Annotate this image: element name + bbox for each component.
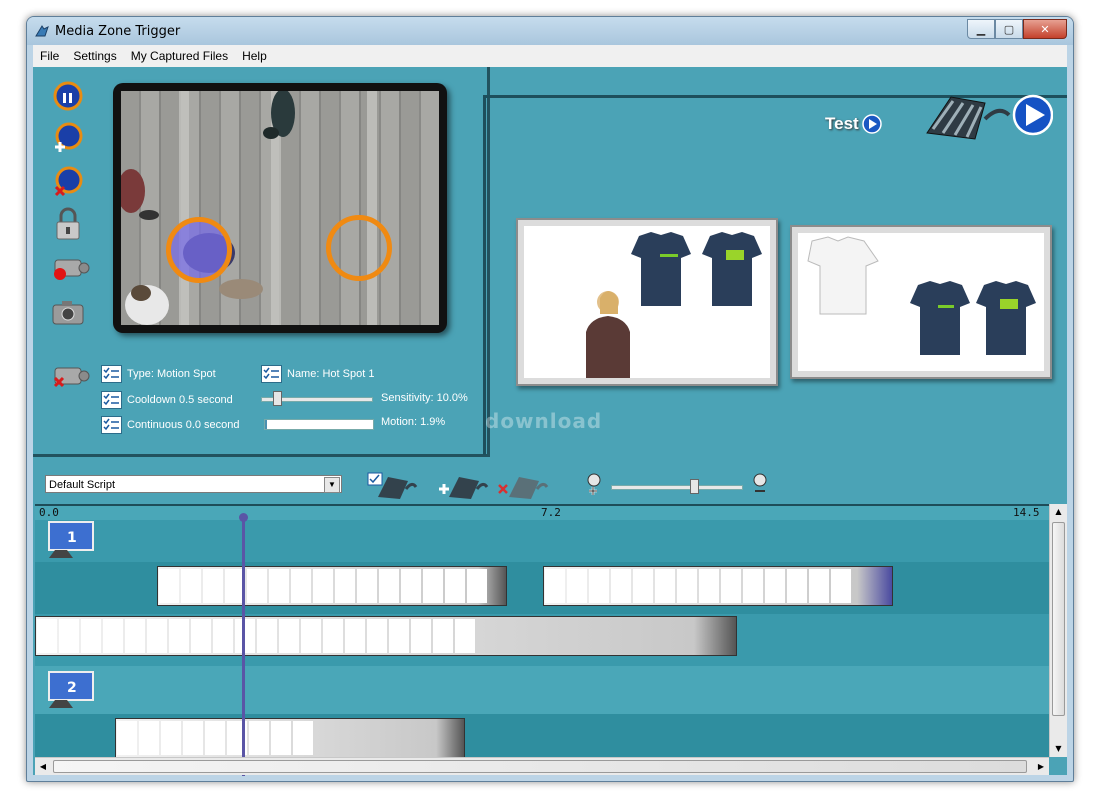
- cooldown-field[interactable]: Cooldown 0.5 second: [101, 391, 233, 409]
- name-label: Name: Hot Spot 1: [287, 368, 375, 380]
- type-field[interactable]: Type: Motion Spot: [101, 365, 216, 383]
- track-1-lane-a: [35, 562, 1049, 614]
- output-screen-1[interactable]: [516, 218, 778, 386]
- chevron-down-icon[interactable]: ▼: [324, 477, 340, 493]
- remove-zone-icon[interactable]: [51, 165, 85, 199]
- track-header-2: 2: [35, 666, 1049, 714]
- zoom-in-icon[interactable]: [585, 473, 607, 497]
- track-2-lane-a: [35, 714, 1049, 759]
- tshirt-presenter-preview: [586, 232, 762, 378]
- main-area: Type: Motion Spot Name: Hot Spot 1 Coold…: [33, 67, 1067, 776]
- menu-file[interactable]: File: [33, 49, 66, 63]
- ruler-start: 0.0: [39, 506, 59, 519]
- track-2-label: 2: [67, 680, 77, 696]
- camera-video: [121, 91, 439, 325]
- minimize-button[interactable]: ▁: [967, 19, 995, 39]
- type-label: Type: Motion Spot: [127, 368, 216, 380]
- test-label: Test: [825, 114, 859, 133]
- test-play-icon: [861, 114, 882, 134]
- output-panel-border: [483, 95, 486, 455]
- tshirt-trio-preview: [807, 236, 1036, 355]
- zoom-out-icon[interactable]: [751, 473, 773, 497]
- timeline-horizontal-scrollbar[interactable]: ◀ ▶: [35, 757, 1049, 775]
- script-toolbar: Default Script ▼: [33, 463, 1067, 503]
- clip-tshirts-white[interactable]: [115, 718, 465, 758]
- clip-presenter[interactable]: [35, 616, 737, 656]
- playhead[interactable]: [242, 518, 245, 776]
- pedestrians: [121, 91, 295, 325]
- scroll-up-arrow-icon[interactable]: ▲: [1050, 504, 1067, 520]
- sensitivity-label: Sensitivity: 10.0%: [381, 392, 468, 404]
- sensitivity-slider-thumb[interactable]: [273, 391, 282, 406]
- continuous-label: Continuous 0.0 second: [127, 419, 240, 431]
- horizontal-scroll-thumb[interactable]: [53, 760, 1027, 773]
- ruler-mid: 7.2: [541, 506, 561, 519]
- scroll-right-arrow-icon[interactable]: ▶: [1033, 758, 1049, 775]
- film-play-button[interactable]: [923, 89, 1054, 147]
- name-field[interactable]: Name: Hot Spot 1: [261, 365, 374, 383]
- properties-check-icon: [101, 416, 122, 434]
- remove-film-icon[interactable]: [497, 471, 549, 499]
- continuous-field[interactable]: Continuous 0.0 second: [101, 416, 240, 434]
- close-button[interactable]: ✕: [1023, 19, 1067, 39]
- timeline[interactable]: 0.0 7.2 14.5 1 2: [35, 504, 1049, 759]
- hotspot-1[interactable]: [166, 217, 232, 283]
- film-play-icon: [926, 94, 1054, 140]
- motion-label: Motion: 1.9%: [381, 416, 446, 428]
- test-button[interactable]: Test: [825, 113, 883, 135]
- cooldown-label: Cooldown 0.5 second: [127, 394, 233, 406]
- track-1-label: 1: [67, 530, 77, 546]
- properties-check-icon: [261, 365, 282, 383]
- edit-film-icon[interactable]: [366, 471, 418, 499]
- pause-record-icon[interactable]: [51, 79, 85, 113]
- hotspot-2[interactable]: [326, 215, 392, 281]
- menu-help[interactable]: Help: [235, 49, 274, 63]
- ruler-end: 14.5: [1013, 506, 1040, 519]
- zoom-slider[interactable]: [611, 479, 743, 494]
- menu-settings[interactable]: Settings: [66, 49, 123, 63]
- lock-icon[interactable]: [51, 207, 85, 241]
- snapshot-camera-icon[interactable]: [51, 295, 85, 329]
- menu-bar: File Settings My Captured Files Help: [33, 45, 1067, 67]
- menu-my-captured-files[interactable]: My Captured Files: [124, 49, 235, 63]
- motion-meter: [264, 419, 374, 430]
- maximize-button[interactable]: ▢: [995, 19, 1023, 39]
- properties-check-icon: [101, 391, 122, 409]
- camera-preview[interactable]: [113, 83, 447, 333]
- delete-camera-icon[interactable]: [51, 359, 91, 393]
- track-header-1: 1: [35, 520, 1049, 562]
- app-logo-icon: [35, 25, 49, 37]
- record-camera-icon[interactable]: [51, 251, 91, 285]
- window-title: Media Zone Trigger: [55, 24, 181, 39]
- monitor-icon[interactable]: 2: [47, 670, 97, 716]
- zoom-slider-thumb[interactable]: [690, 479, 699, 494]
- app-window: Media Zone Trigger ▁ ▢ ✕ File Settings M…: [26, 16, 1074, 782]
- add-zone-icon[interactable]: [51, 121, 85, 155]
- script-select[interactable]: Default Script ▼: [45, 475, 342, 493]
- monitor-icon[interactable]: 1: [47, 520, 97, 566]
- playhead-handle[interactable]: [239, 513, 248, 522]
- sensitivity-slider[interactable]: [261, 391, 373, 406]
- clip-tshirts-black[interactable]: [543, 566, 893, 606]
- properties-check-icon: [101, 365, 122, 383]
- timeline-vertical-scrollbar[interactable]: ▲ ▼: [1049, 504, 1067, 757]
- vertical-scroll-thumb[interactable]: [1052, 522, 1065, 716]
- track-1-lane-b: [35, 614, 1049, 664]
- output-screen-2[interactable]: [790, 225, 1052, 379]
- title-bar: Media Zone Trigger ▁ ▢ ✕: [27, 17, 1073, 45]
- watermark: download: [485, 409, 603, 433]
- scroll-left-arrow-icon[interactable]: ◀: [35, 758, 51, 775]
- script-select-value: Default Script: [49, 479, 116, 491]
- time-ruler: 0.0 7.2 14.5: [35, 506, 1049, 520]
- add-film-icon[interactable]: [437, 471, 489, 499]
- scroll-down-arrow-icon[interactable]: ▼: [1050, 741, 1067, 757]
- clip-tshirts-dark[interactable]: [157, 566, 507, 606]
